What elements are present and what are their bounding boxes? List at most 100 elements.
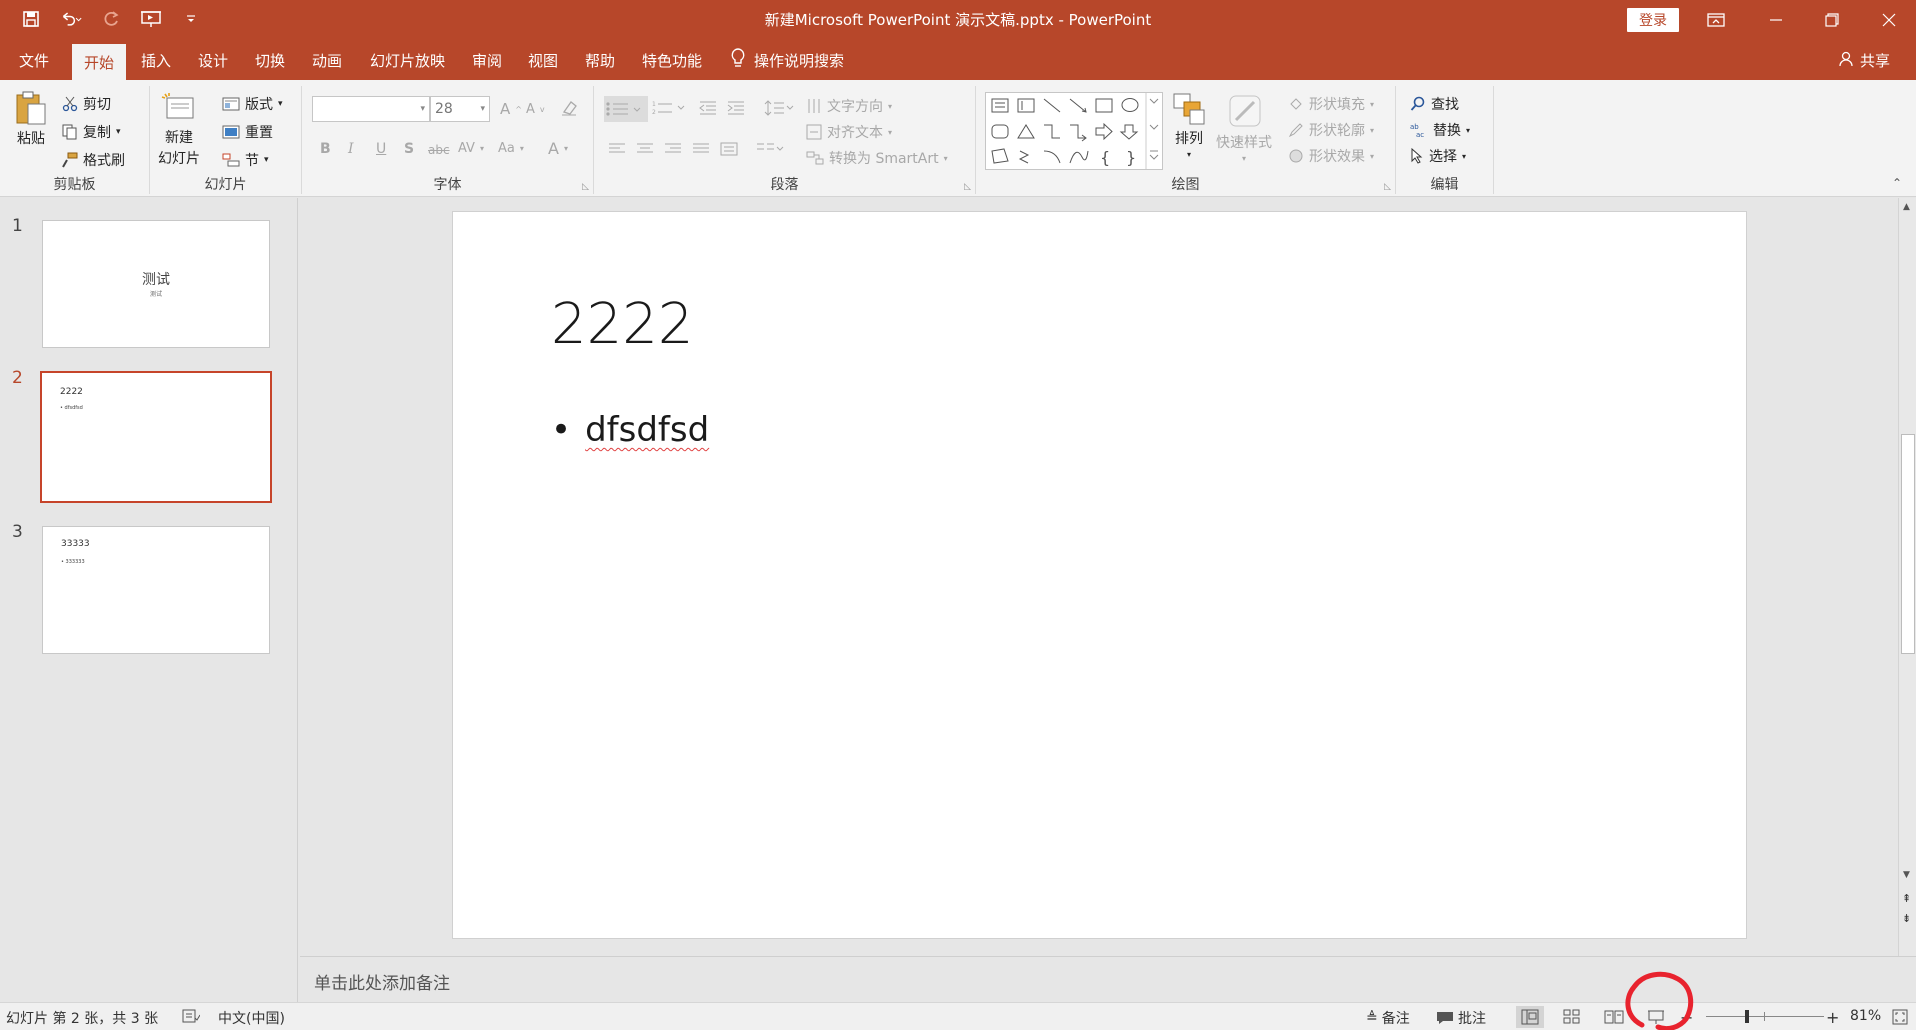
slide-sorter-view-icon[interactable] xyxy=(1558,1006,1586,1028)
normal-view-icon[interactable] xyxy=(1516,1006,1544,1028)
tab-transitions[interactable]: 切换 xyxy=(255,40,285,80)
ribbon-display-options-icon[interactable] xyxy=(1688,0,1743,40)
line-spacing-icon[interactable] xyxy=(764,100,794,116)
previous-slide-icon[interactable]: ⇞ xyxy=(1902,892,1911,905)
dialog-launcher-icon[interactable]: ◺ xyxy=(964,182,971,192)
language-status[interactable]: 中文(中国) xyxy=(218,1008,285,1028)
editing-group: 查找 ab ac 替换 ▾ 选择 ▾ 编辑 xyxy=(1396,86,1494,194)
reset-button[interactable]: 重置 xyxy=(222,122,273,142)
find-button[interactable]: 查找 xyxy=(1410,94,1459,114)
font-name-combo[interactable]: ▾ xyxy=(312,96,430,122)
format-painter-button[interactable]: 格式刷 xyxy=(62,150,125,170)
slide-content-placeholder[interactable]: • dfsdfsd xyxy=(551,410,709,450)
text-shadow-button[interactable]: S xyxy=(404,141,414,157)
scroll-down-icon[interactable]: ▼ xyxy=(1903,870,1910,880)
scroll-up-icon[interactable]: ▲ xyxy=(1903,202,1910,212)
minimize-icon[interactable] xyxy=(1748,0,1803,40)
login-button[interactable]: 登录 xyxy=(1627,8,1679,32)
tab-help[interactable]: 帮助 xyxy=(585,40,615,80)
tab-slideshow[interactable]: 幻灯片放映 xyxy=(370,40,445,80)
section-button[interactable]: 节 ▾ xyxy=(222,150,269,170)
italic-button[interactable]: I xyxy=(348,141,354,157)
zoom-slider-thumb[interactable] xyxy=(1745,1010,1749,1023)
comments-toggle-button[interactable]: 批注 xyxy=(1436,1008,1486,1028)
grow-font-button[interactable]: A ^ xyxy=(500,100,522,118)
new-slide-button[interactable]: 新建 幻灯片 xyxy=(158,92,200,168)
collapse-ribbon-icon[interactable]: ⌃ xyxy=(1892,176,1902,190)
notes-toggle-button[interactable]: ≜ 备注 xyxy=(1366,1008,1410,1028)
clipboard-group-label: 剪贴板 xyxy=(53,177,96,193)
layout-button[interactable]: 版式 ▾ xyxy=(222,94,283,114)
spelling-check-icon[interactable] xyxy=(182,1008,200,1024)
format-painter-label: 格式刷 xyxy=(83,153,125,169)
vertical-scrollbar[interactable]: ▲ ▼ ⇞ ⇟ xyxy=(1898,198,1916,956)
bold-button[interactable]: B xyxy=(320,141,331,157)
paste-button[interactable]: 粘贴 xyxy=(14,90,48,148)
arrange-button[interactable]: 排列 ▾ xyxy=(1172,92,1206,159)
font-color-button[interactable]: A ▾ xyxy=(548,139,568,158)
dialog-launcher-icon[interactable]: ◺ xyxy=(582,182,589,192)
scrollbar-thumb[interactable] xyxy=(1901,434,1915,654)
clipboard-group: 粘贴 剪切 复制 ▾ 格式刷 剪贴板 xyxy=(0,86,150,194)
restore-icon[interactable] xyxy=(1804,0,1859,40)
text-direction-button[interactable]: 文字方向 ▾ xyxy=(806,96,892,116)
current-slide[interactable]: 2222 • dfsdfsd xyxy=(452,211,1747,939)
zoom-percent[interactable]: 81% xyxy=(1850,1008,1881,1024)
slide-thumbnail-2[interactable]: 2222 • dfsdfsd xyxy=(40,371,272,503)
change-case-button[interactable]: Aa ▾ xyxy=(498,141,524,156)
share-button[interactable]: 共享 xyxy=(1838,50,1890,71)
character-spacing-button[interactable]: AV ▾ xyxy=(458,141,484,156)
justify-icon[interactable] xyxy=(692,142,710,156)
slide-thumbnail-3[interactable]: 33333 • 333333 xyxy=(42,526,270,654)
chevron-down-icon: ▾ xyxy=(943,153,948,163)
clear-formatting-icon[interactable] xyxy=(560,100,578,116)
align-right-icon[interactable] xyxy=(664,142,682,156)
layout-icon xyxy=(222,97,240,111)
replace-button[interactable]: ab ac 替换 ▾ xyxy=(1410,120,1470,140)
close-icon[interactable] xyxy=(1861,0,1916,40)
tab-design[interactable]: 设计 xyxy=(198,40,228,80)
notes-pane[interactable]: 单击此处添加备注 xyxy=(300,956,1916,1002)
slide-title-placeholder[interactable]: 2222 xyxy=(551,292,694,357)
quick-styles-button[interactable]: 快速样式 ▾ xyxy=(1216,92,1272,163)
reading-view-icon[interactable] xyxy=(1600,1006,1628,1028)
tab-insert[interactable]: 插入 xyxy=(141,40,171,80)
shape-fill-button[interactable]: 形状填充 ▾ xyxy=(1288,94,1374,114)
font-size-combo[interactable]: 28 ▾ xyxy=(430,96,490,122)
zoom-in-button[interactable]: + xyxy=(1826,1008,1839,1027)
shape-effects-button[interactable]: 形状效果 ▾ xyxy=(1288,146,1374,166)
shrink-font-button[interactable]: Av xyxy=(526,102,545,117)
cut-button[interactable]: 剪切 xyxy=(62,94,111,114)
decrease-indent-icon[interactable] xyxy=(698,100,718,116)
dialog-launcher-icon[interactable]: ◺ xyxy=(1384,182,1391,192)
tell-me-search[interactable]: 操作说明搜索 xyxy=(730,40,844,80)
columns-icon[interactable] xyxy=(756,142,784,156)
fit-to-window-icon[interactable] xyxy=(1886,1006,1914,1028)
tab-view[interactable]: 视图 xyxy=(528,40,558,80)
copy-button[interactable]: 复制 ▾ xyxy=(62,122,121,142)
align-left-icon[interactable] xyxy=(608,142,626,156)
zoom-out-button[interactable]: − xyxy=(1680,1008,1693,1027)
tab-features[interactable]: 特色功能 xyxy=(642,40,702,80)
tab-animations[interactable]: 动画 xyxy=(312,40,342,80)
strikethrough-button[interactable]: abc xyxy=(428,143,450,157)
bullets-button[interactable] xyxy=(604,96,648,122)
distributed-icon[interactable] xyxy=(720,142,738,156)
font-color-label: A xyxy=(548,139,559,158)
underline-button[interactable]: U xyxy=(376,141,386,157)
select-button[interactable]: 选择 ▾ xyxy=(1410,146,1466,166)
numbering-icon[interactable]: 12 xyxy=(652,100,686,116)
increase-indent-icon[interactable] xyxy=(726,100,746,116)
shapes-gallery[interactable]: { } xyxy=(985,92,1163,170)
convert-smartart-button[interactable]: 转换为 SmartArt ▾ xyxy=(806,148,948,168)
tab-file[interactable]: 文件 xyxy=(19,40,49,80)
align-center-icon[interactable] xyxy=(636,142,654,156)
tab-review[interactable]: 审阅 xyxy=(472,40,502,80)
slide-thumbnail-1[interactable]: 测试 测试 xyxy=(42,220,270,348)
zoom-slider[interactable] xyxy=(1706,1016,1824,1017)
next-slide-icon[interactable]: ⇟ xyxy=(1902,912,1911,925)
shape-outline-button[interactable]: 形状轮廓 ▾ xyxy=(1288,120,1374,140)
tab-home[interactable]: 开始 xyxy=(72,44,127,80)
align-text-button[interactable]: 对齐文本 ▾ xyxy=(806,122,892,142)
slideshow-view-icon[interactable] xyxy=(1642,1006,1670,1028)
